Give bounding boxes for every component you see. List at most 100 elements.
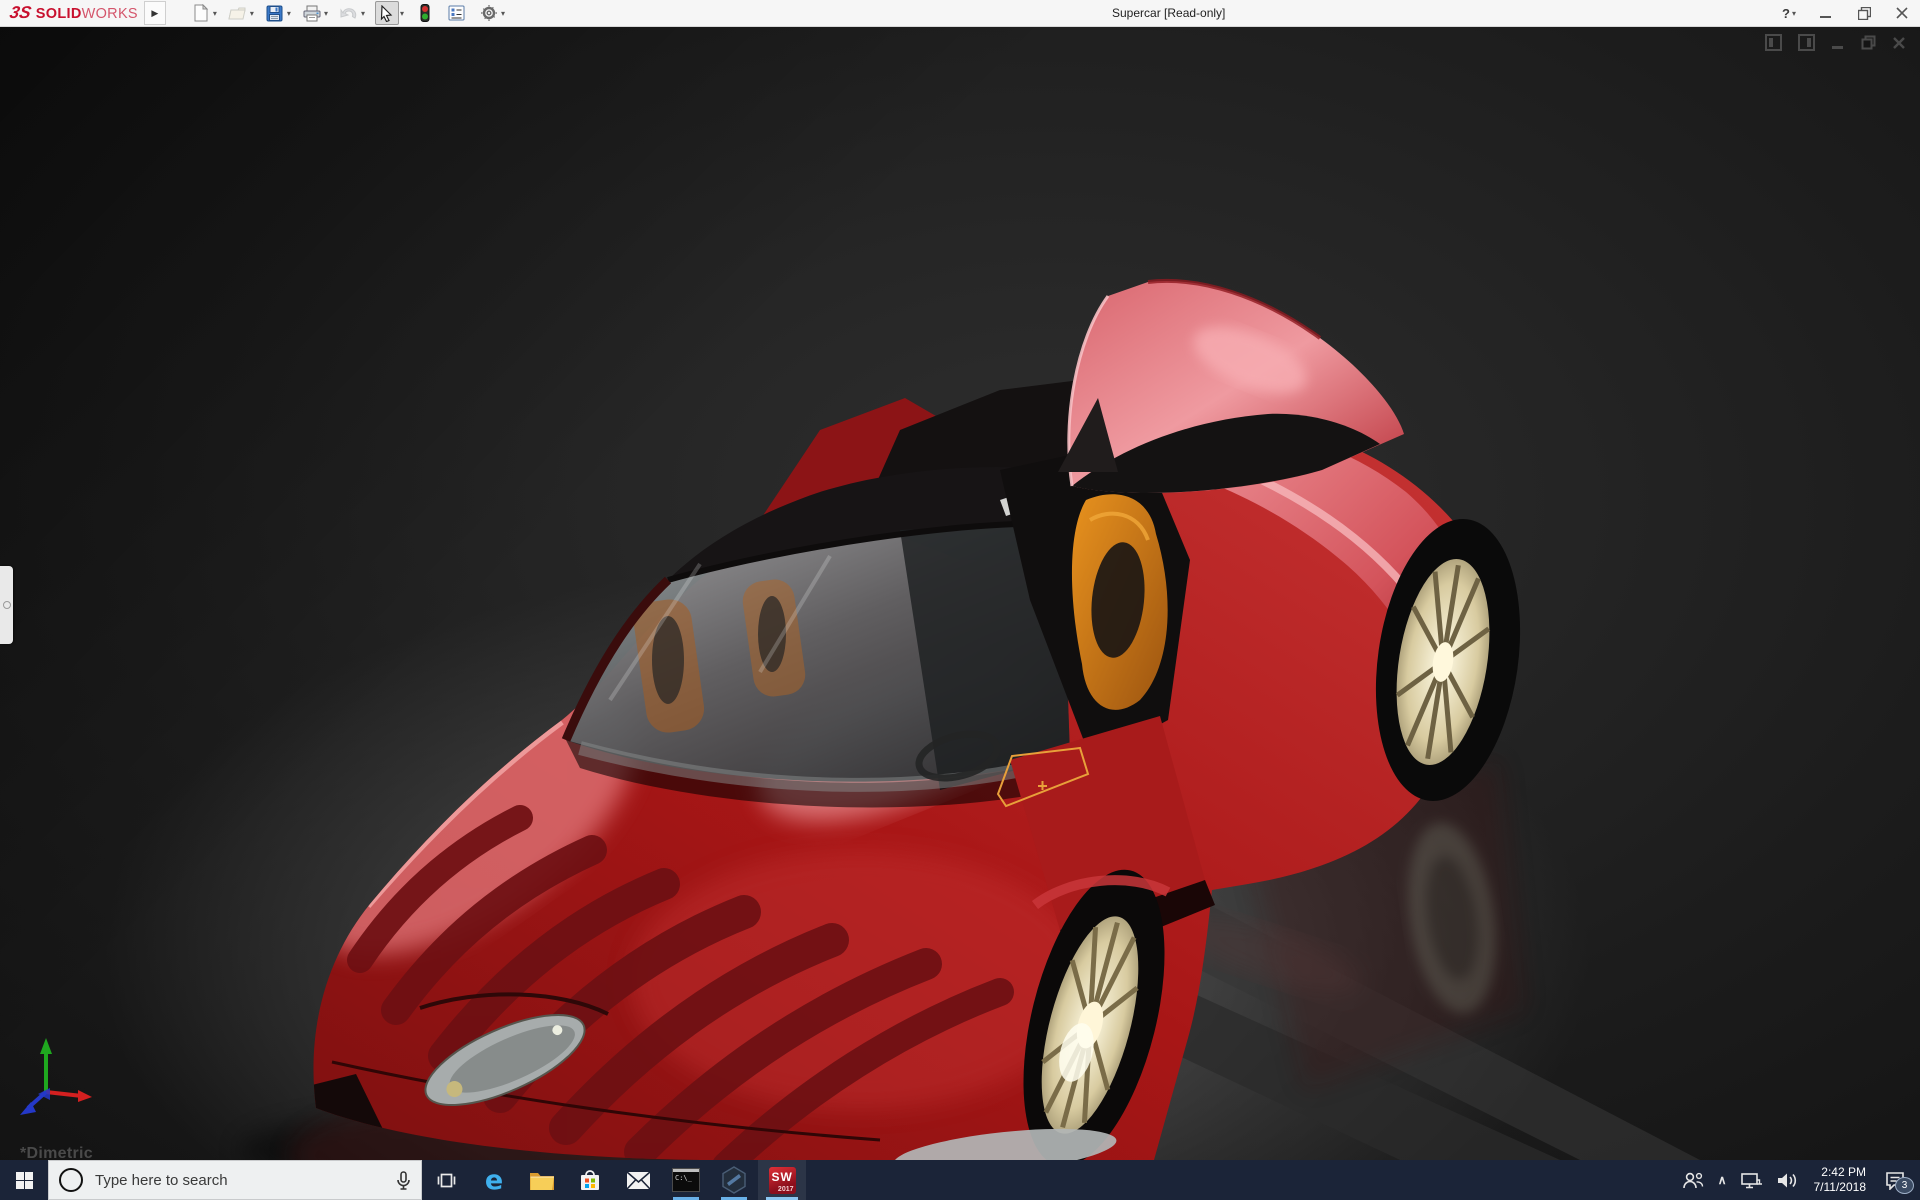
close-icon: [1896, 7, 1908, 19]
file-explorer-icon: [529, 1170, 555, 1191]
dropdown-caret[interactable]: ▾: [501, 9, 505, 18]
save-button[interactable]: [264, 2, 286, 24]
document-window-controls: [1765, 34, 1906, 51]
people-icon[interactable]: [1682, 1171, 1704, 1189]
titlebar-controls: ? ▾: [1782, 0, 1910, 26]
speaker-icon[interactable]: [1777, 1172, 1800, 1189]
taskbar-app-file-explorer[interactable]: [518, 1160, 566, 1200]
search-input[interactable]: [93, 1171, 386, 1190]
new-document-icon: [192, 4, 209, 22]
toolbar-select-group: ▾: [375, 1, 404, 25]
flyout-arrow-icon: ▶: [151, 8, 158, 19]
menu-flyout-button[interactable]: ▶: [144, 1, 166, 25]
open-button[interactable]: [227, 2, 249, 24]
store-icon: [579, 1168, 601, 1192]
solidworks-logo: 3S SOLIDWORKS: [0, 3, 144, 23]
action-center-button[interactable]: 3: [1880, 1171, 1910, 1190]
taskbar-app-hexagon[interactable]: [710, 1160, 758, 1200]
driver-seat: [1072, 494, 1168, 710]
flyout-tab-dot: [3, 601, 11, 609]
triad-y-axis: [40, 1038, 52, 1092]
solidworks-icon-year: 2017: [778, 1186, 794, 1193]
save-icon: [266, 5, 283, 22]
undo-button[interactable]: [338, 2, 360, 24]
taskbar-app-store[interactable]: [566, 1160, 614, 1200]
dropdown-caret[interactable]: ▾: [400, 9, 404, 18]
dropdown-caret[interactable]: ▾: [213, 9, 217, 18]
edge-icon: e: [485, 1167, 503, 1194]
restore-icon: [1858, 7, 1871, 20]
dropdown-caret[interactable]: ▾: [250, 9, 254, 18]
brand-works: WORKS: [82, 6, 138, 22]
clock-date: 7/11/2018: [1814, 1180, 1867, 1195]
triad-z-axis: [20, 1088, 50, 1115]
tray-overflow-chevron[interactable]: ∧: [1718, 1173, 1727, 1187]
help-icon: ?: [1782, 6, 1790, 21]
dropdown-caret[interactable]: ▾: [287, 9, 291, 18]
select-button[interactable]: [375, 1, 399, 25]
system-tray: ∧ 2:42 PM 7/11/2018 3: [1682, 1160, 1920, 1200]
orientation-triad: [16, 1036, 96, 1120]
brand-solid: SOLID: [36, 6, 82, 22]
print-button[interactable]: [301, 2, 323, 24]
print-icon: [303, 5, 321, 22]
mail-icon: [626, 1171, 651, 1190]
open-icon: [228, 5, 248, 21]
help-button[interactable]: ? ▾: [1782, 6, 1796, 21]
minimize-button[interactable]: [1818, 5, 1834, 21]
doc-restore-icon[interactable]: [1861, 35, 1876, 50]
toolbar-new-group: ▾: [190, 2, 217, 24]
close-button[interactable]: [1894, 5, 1910, 21]
graphics-viewport[interactable]: *Dimetric: [0, 26, 1920, 1160]
window-title: Supercar [Read-only]: [1112, 0, 1225, 26]
windows-taskbar: e C:\_ SW 2017: [0, 1160, 1920, 1200]
new-document-button[interactable]: [190, 2, 212, 24]
restore-button[interactable]: [1856, 5, 1872, 21]
taskbar-app-edge[interactable]: e: [470, 1160, 518, 1200]
command-prompt-icon: C:\_: [672, 1168, 700, 1192]
taskbar-app-command-prompt[interactable]: C:\_: [662, 1160, 710, 1200]
doc-close-icon[interactable]: [1892, 36, 1906, 50]
start-button[interactable]: [0, 1160, 48, 1200]
taskbar-app-task-view[interactable]: [422, 1160, 470, 1200]
taskbar-app-solidworks[interactable]: SW 2017: [758, 1160, 806, 1200]
file-properties-button[interactable]: [446, 2, 468, 24]
collapse-pane-left-icon[interactable]: [1765, 34, 1782, 51]
cortana-icon: [59, 1168, 83, 1192]
windows-logo-icon: [16, 1172, 33, 1189]
feature-pane-flyout-tab[interactable]: [0, 566, 13, 644]
rebuild-button[interactable]: [414, 2, 436, 24]
toolbar-options-group: ▾: [478, 2, 505, 24]
notification-badge: 3: [1895, 1177, 1914, 1194]
toolbar-open-group: ▾: [227, 2, 254, 24]
toolbar-rebuild-group: [414, 2, 436, 24]
select-cursor-icon: [379, 5, 394, 22]
collapse-pane-right-icon[interactable]: [1798, 34, 1815, 51]
undo-icon: [339, 5, 358, 21]
minimize-icon: [1820, 7, 1832, 19]
taskbar-app-mail[interactable]: [614, 1160, 662, 1200]
microphone-icon[interactable]: [396, 1171, 411, 1190]
dropdown-caret[interactable]: ▾: [324, 9, 328, 18]
dassault-3ds-logo: 3S: [8, 3, 33, 23]
solidworks-icon-letters: SW: [772, 1170, 793, 1184]
doc-minimize-icon[interactable]: [1831, 36, 1845, 50]
command-prompt-text: C:\_: [675, 1174, 692, 1182]
gear-icon: [480, 4, 498, 22]
dropdown-caret: ▾: [1792, 9, 1796, 18]
taskbar-search[interactable]: [48, 1160, 422, 1200]
taskbar-clock[interactable]: 2:42 PM 7/11/2018: [1814, 1165, 1867, 1195]
network-icon[interactable]: [1741, 1172, 1763, 1189]
dropdown-caret[interactable]: ▾: [361, 9, 365, 18]
options-button[interactable]: [478, 2, 500, 24]
triad-x-axis: [46, 1090, 92, 1102]
app-titlebar: 3S SOLIDWORKS ▶ ▾ ▾ ▾: [0, 0, 1920, 27]
task-view-icon: [437, 1172, 456, 1189]
toolbar-print-group: ▾: [301, 2, 328, 24]
view-orientation-label: *Dimetric: [20, 1145, 93, 1160]
rebuild-traffic-light-icon: [420, 4, 430, 22]
windshield: [566, 524, 1070, 808]
toolbar-properties-group: [446, 2, 468, 24]
3d-model-supercar[interactable]: [0, 26, 1920, 1160]
hexagon-app-icon: [721, 1166, 747, 1194]
